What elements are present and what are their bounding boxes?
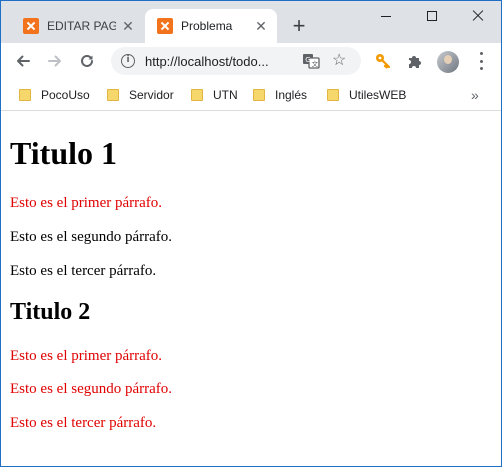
puzzle-icon bbox=[409, 56, 421, 68]
bookmark-utn[interactable]: UTN bbox=[191, 86, 238, 104]
bookmarks-overflow-button[interactable]: » bbox=[471, 86, 479, 104]
bookmarks-bar: PocoUso Servidor UTN Inglés UtilesWEB » bbox=[1, 79, 501, 111]
bookmark-label: Servidor bbox=[129, 88, 174, 102]
arrow-right-icon bbox=[48, 55, 61, 67]
maximize-icon bbox=[427, 11, 437, 21]
paragraph: Esto es el tercer párrafo. bbox=[10, 415, 157, 431]
heading-titulo-1: Titulo 1 bbox=[10, 135, 117, 171]
tab-editar-paginas[interactable]: EDITAR PAGINAS ✕ bbox=[11, 9, 144, 43]
new-tab-button[interactable]: + bbox=[287, 15, 311, 39]
paragraph: Esto es el primer párrafo. bbox=[10, 348, 163, 364]
svg-text:文: 文 bbox=[312, 59, 319, 68]
bookmark-ingles[interactable]: Inglés bbox=[253, 86, 307, 104]
paragraph: Esto es el tercer párrafo. bbox=[10, 263, 157, 279]
bookmark-label: UtilesWEB bbox=[349, 88, 407, 102]
minimize-icon bbox=[381, 15, 391, 17]
tab-title: EDITAR PAGINAS bbox=[47, 19, 116, 33]
arrow-left-icon bbox=[17, 55, 30, 67]
avatar[interactable] bbox=[437, 51, 459, 73]
url-text[interactable]: http://localhost/todo... bbox=[145, 54, 290, 69]
xampp-icon bbox=[23, 18, 39, 34]
folder-icon bbox=[327, 89, 339, 101]
folder-icon bbox=[107, 89, 119, 101]
reload-button[interactable] bbox=[75, 49, 99, 73]
extensions-button[interactable] bbox=[405, 51, 425, 71]
key-extension-button[interactable] bbox=[373, 51, 393, 71]
close-tab-icon[interactable]: ✕ bbox=[120, 18, 136, 34]
bookmark-utilesweb[interactable]: UtilesWEB bbox=[327, 86, 406, 104]
browser-toolbar: i http://localhost/todo... G文 ☆ bbox=[1, 43, 501, 79]
maximize-button[interactable] bbox=[409, 1, 455, 31]
heading-titulo-2: Titulo 2 bbox=[10, 299, 91, 325]
address-bar[interactable]: i http://localhost/todo... G文 ☆ bbox=[111, 47, 361, 75]
bookmark-label: PocoUso bbox=[41, 88, 90, 102]
minimize-button[interactable] bbox=[363, 1, 409, 31]
key-icon bbox=[376, 54, 391, 69]
star-icon[interactable]: ☆ bbox=[332, 52, 346, 70]
folder-icon bbox=[19, 89, 31, 101]
close-icon bbox=[472, 10, 484, 22]
page-content: Titulo 1 Esto es el primer párrafo. Esto… bbox=[1, 112, 501, 466]
svg-text:G: G bbox=[305, 56, 310, 64]
kebab-menu-icon[interactable] bbox=[471, 52, 491, 70]
back-button[interactable] bbox=[11, 49, 35, 73]
paragraph: Esto es el primer párrafo. bbox=[10, 195, 163, 211]
paragraph: Esto es el segundo párrafo. bbox=[10, 229, 173, 245]
close-window-button[interactable] bbox=[455, 1, 501, 31]
translate-icon[interactable]: G文 bbox=[302, 52, 320, 70]
paragraph: Esto es el segundo párrafo. bbox=[10, 381, 173, 397]
bookmark-label: UTN bbox=[213, 88, 238, 102]
bookmark-label: Inglés bbox=[275, 88, 308, 102]
folder-icon bbox=[191, 89, 203, 101]
xampp-icon bbox=[157, 18, 173, 34]
tab-strip: EDITAR PAGINAS ✕ Problema ✕ + bbox=[1, 1, 501, 43]
tab-title: Problema bbox=[181, 19, 233, 33]
close-tab-icon[interactable]: ✕ bbox=[253, 18, 269, 34]
reload-icon bbox=[81, 54, 93, 67]
folder-icon bbox=[253, 89, 265, 101]
bookmark-pocouso[interactable]: PocoUso bbox=[19, 86, 90, 104]
tab-problema[interactable]: Problema ✕ bbox=[145, 9, 277, 43]
browser-window: EDITAR PAGINAS ✕ Problema ✕ + i http://l… bbox=[0, 0, 502, 467]
bookmark-servidor[interactable]: Servidor bbox=[107, 86, 174, 104]
forward-button[interactable] bbox=[43, 49, 67, 73]
info-icon[interactable]: i bbox=[121, 54, 135, 68]
